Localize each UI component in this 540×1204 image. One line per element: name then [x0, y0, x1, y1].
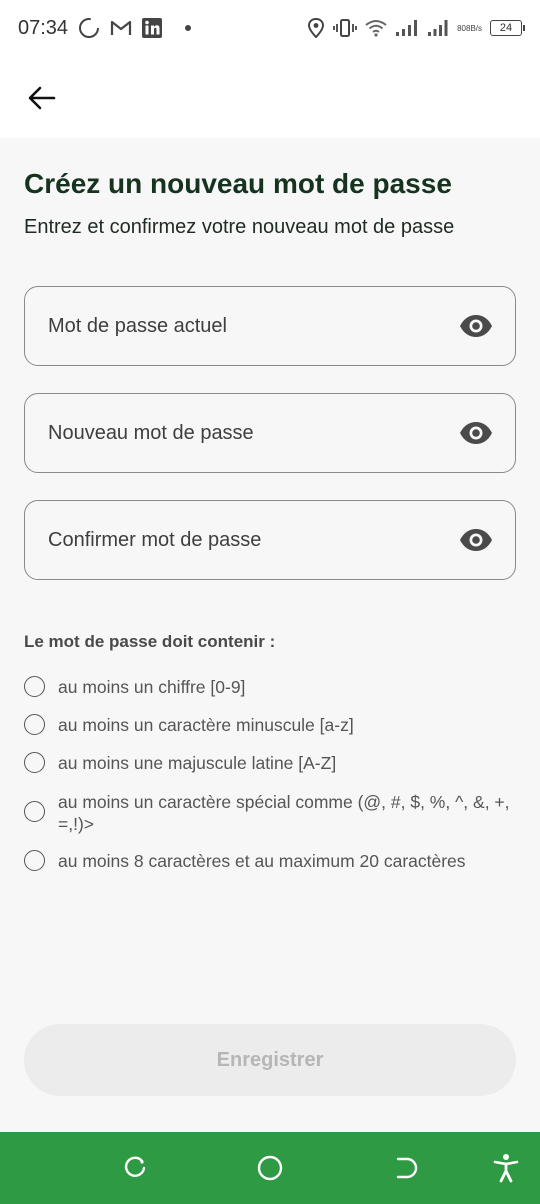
requirement-text: au moins un caractère spécial comme (@, … [58, 792, 510, 834]
wifi-icon [365, 19, 387, 37]
eye-icon[interactable] [459, 421, 493, 445]
requirement-radio [24, 714, 45, 735]
loading-circle-icon [78, 17, 100, 39]
network-speed: 808 B/s [457, 24, 482, 33]
arrow-left-icon [27, 85, 57, 111]
signal-icon [427, 19, 449, 37]
signal-icon [395, 19, 419, 37]
back-button[interactable] [22, 80, 62, 116]
network-speed-value: 808 [457, 23, 471, 33]
status-time: 07:34 [18, 16, 69, 39]
network-speed-unit: B/s [470, 23, 482, 33]
home-icon[interactable] [256, 1154, 284, 1182]
gmail-icon [110, 19, 132, 37]
linkedin-icon [142, 18, 163, 38]
page-subtitle: Entrez et confirmez votre nouveau mot de… [24, 216, 455, 238]
requirement-text: au moins une majuscule latine [A-Z] [58, 753, 337, 773]
battery-level: 24 [499, 22, 513, 34]
current-password-field[interactable] [24, 286, 516, 366]
requirement-text: au moins un caractère minuscule [a-z] [58, 715, 354, 735]
dot-icon [184, 24, 192, 32]
requirement-item: au moins 8 caractères et au maximum 20 c… [24, 850, 524, 872]
status-bar: 07:34 808 B/s 24 [0, 0, 540, 56]
accessibility-icon[interactable] [492, 1154, 520, 1183]
recent-apps-icon[interactable] [121, 1154, 149, 1182]
confirm-password-field[interactable] [24, 500, 516, 580]
vibrate-icon [333, 18, 357, 38]
requirements-heading: Le mot de passe doit contenir : [24, 632, 276, 651]
back-icon[interactable] [392, 1154, 420, 1182]
requirement-radio [24, 676, 45, 697]
requirement-item: au moins une majuscule latine [A-Z] [24, 752, 524, 774]
current-password-input[interactable] [48, 314, 459, 338]
requirement-text: au moins 8 caractères et au maximum 20 c… [58, 851, 466, 871]
eye-icon[interactable] [459, 528, 493, 552]
navigation-bar [0, 1132, 540, 1204]
new-password-field[interactable] [24, 393, 516, 473]
eye-icon[interactable] [459, 314, 493, 338]
requirement-item: au moins un chiffre [0-9] [24, 676, 524, 698]
save-button[interactable]: Enregistrer [24, 1024, 516, 1096]
new-password-input[interactable] [48, 421, 459, 445]
page-title: Créez un nouveau mot de passe [24, 168, 452, 199]
app-header [0, 56, 540, 138]
location-icon [307, 18, 325, 38]
requirement-radio [24, 752, 45, 773]
battery-icon: 24 [490, 20, 525, 36]
confirm-password-input[interactable] [48, 528, 459, 552]
requirement-text: au moins un chiffre [0-9] [58, 677, 246, 697]
requirement-item: au moins un caractère minuscule [a-z] [24, 714, 524, 736]
requirement-radio [24, 801, 45, 822]
requirement-radio [24, 850, 45, 871]
requirement-item: au moins un caractère spécial comme (@, … [24, 791, 524, 835]
